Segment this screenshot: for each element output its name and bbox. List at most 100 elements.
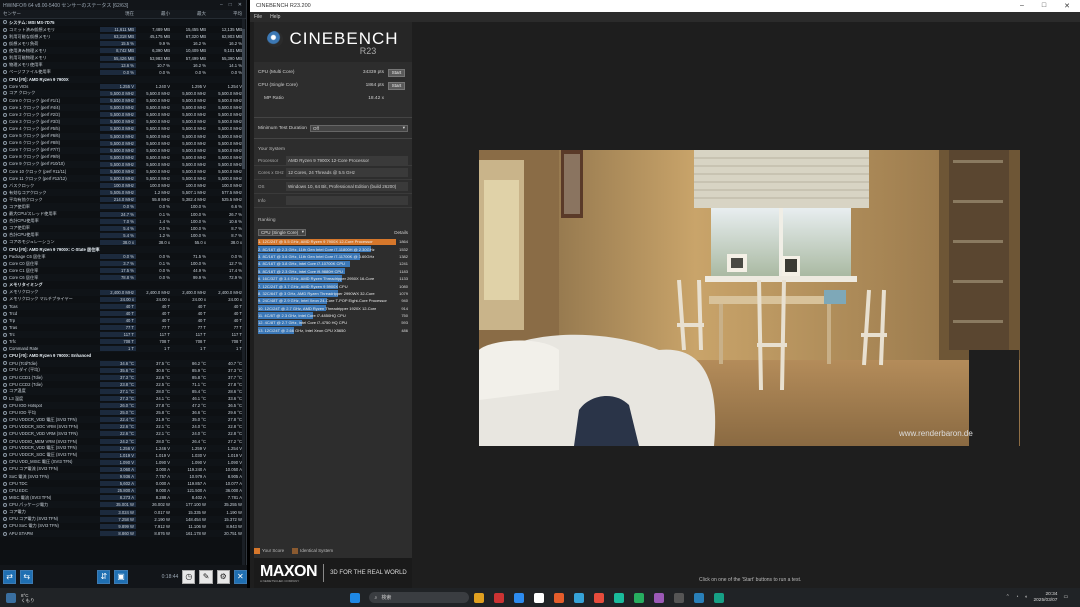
sensor-row[interactable]: コア温度 27.1 °C 28.0 °C 85.4 °C 28.6 °C — [0, 387, 244, 395]
sensor-row[interactable]: CPU VDD_MISC 電圧 (SVI3 TFN) 1.090 V 1.090 V… — [0, 458, 244, 466]
sensor-row[interactable]: CPU IOD 平均 25.0 °C 25.8 °C 36.6 °C 29.6 °C — [0, 409, 244, 416]
sensor-row[interactable]: 合計CPU使用率 5.4 % 1.2 % 100.0 % 8.7 % — [0, 231, 244, 239]
sensor-row[interactable]: 最大CPU/スレッド使用率 24.7 % 0.1 % 100.0 % 26.7 % — [0, 211, 244, 218]
sensor-row[interactable]: Core 4 クロック (perf #5/5) 5,500.0 MHz 5,500.… — [0, 125, 244, 132]
sensor-row[interactable]: MISC 電流 (SVI3 TFN) 8.273 A 8.288 A 8.402 A 7… — [0, 494, 244, 501]
sensor-row[interactable]: コア使用率 0.0 % 0.0 % 100.0 % 6.6 % — [0, 203, 244, 211]
sensor-row[interactable]: 物理メモリ使用率 13.6 % 10.7 % 16.2 % 14.1 % — [0, 61, 244, 69]
ranking-item[interactable]: 8. 32C/64T @ 3 GHz, AMD Ryzen Threadripp… — [254, 290, 412, 297]
app-icon-5[interactable] — [613, 592, 624, 603]
sensor-row[interactable]: Command Rate 1 T 1 T 1 T 1 T — [0, 345, 244, 353]
gear-icon[interactable]: ⚙ — [216, 569, 230, 584]
weather-widget[interactable]: 8°C くもり — [21, 593, 35, 603]
sensor-list[interactable]: システム: MSI MS-7D75 コミット済み仮想メモリ 11,611 MB 7,4… — [0, 19, 244, 565]
sensor-group[interactable]: システム: MSI MS-7D75 — [0, 19, 244, 27]
sensor-row[interactable]: コアのモジュレーション 38.0 x 38.0 x 55.0 x 38.0 x — [0, 239, 244, 246]
sensor-row[interactable]: メモリクロック マルチプライヤー 24.00 x 24.00 x 24.00 x 24.… — [0, 296, 244, 303]
sensor-row[interactable]: CPU VDDIO_MEM VRM (SVI3 TFN) 24.2 °C 28.0 … — [0, 438, 244, 445]
nav-right-button[interactable]: ⇆ — [20, 569, 34, 584]
start-single-button[interactable]: Start — [388, 81, 405, 90]
header-sensor[interactable]: センサー — [0, 11, 100, 17]
header-avg[interactable]: 平均 — [208, 11, 244, 17]
sensor-row[interactable]: CPU EDC 25.800 A 9.000 A 121.500 A 36.000 A — [0, 487, 244, 495]
hwinfo-taskbar-icon[interactable] — [713, 592, 724, 603]
minimize-icon[interactable]: – — [1020, 2, 1024, 10]
scrollbar-thumb[interactable] — [242, 29, 245, 169]
menu-help[interactable]: Help — [270, 14, 280, 20]
sensor-row[interactable]: Tcas 40 T 40 T 40 T 40 T — [0, 302, 244, 310]
sensor-group[interactable]: CPU [#0]: AMD Ryzen 9 7900X: C-State 居住率 — [0, 246, 244, 254]
ranking-item[interactable]: 13. 12C/24T @ 2.66 GHz, Intel Xeon CPU X… — [254, 327, 412, 334]
sensor-row[interactable]: Trp 40 T 40 T 40 T 40 T — [0, 316, 244, 325]
sensor-row[interactable]: Core 9 クロック (perf #10/10) 5,500.0 MHz 5,50… — [0, 160, 244, 168]
sensor-row[interactable]: Core 1 クロック (perf #4/4) 5,500.0 MHz 5,500.… — [0, 104, 244, 112]
sensor-row[interactable]: Core 2 クロック (perf #2/2) 5,500.0 MHz 5,500.… — [0, 111, 244, 118]
sensor-row[interactable]: Core C0 居住率 3.7 % 0.1 % 100.0 % 12.7 % — [0, 260, 244, 268]
sensor-row[interactable]: Core 10 クロック (perf #11/11) 5,500.0 MHz 5,5… — [0, 168, 244, 175]
ranking-item[interactable]: 5. 8C/16T @ 2.3 GHz, Intel Core i9-9880H… — [254, 268, 412, 275]
menu-file[interactable]: File — [254, 14, 262, 20]
sensor-row[interactable]: L3 温度 27.3 °C 24.1 °C 46.1 °C 33.6 °C — [0, 395, 244, 402]
sensor-row[interactable]: コア電力 3.024 W 0.017 W 15.335 W 1.190 W — [0, 508, 244, 515]
sensor-row[interactable]: Core 5 クロック (perf #6/6) 5,500.0 MHz 5,500.… — [0, 132, 244, 140]
min-duration-select[interactable]: Off ▾ — [310, 124, 408, 132]
ranking-item[interactable]: 7. 12C/24T @ 3.7 GHz, AMD Ryzen 9 5900X … — [254, 282, 412, 290]
ranking-item[interactable]: 2. 8C/16T @ 2.3 GHz, 11th Gen Intel Core… — [254, 245, 412, 253]
sensor-row[interactable]: Core 8 クロック (perf #9/9) 5,500.0 MHz 5,500.… — [0, 154, 244, 161]
sensor-row[interactable]: 平均有効クロック 214.0 MHz 55.8 MHz 5,382.4 MHz 525.… — [0, 196, 244, 203]
sensor-row[interactable]: CPU CCD1 (Tdie) 37.3 °C 22.6 °C 85.8 °C 37.7… — [0, 373, 244, 381]
search-box[interactable]: ⌕ 検索 — [368, 592, 469, 603]
sensor-row[interactable]: CPU コア電力 (SVI3 TFN) 7.258 W 2.190 W 148.454… — [0, 515, 244, 523]
sensor-row[interactable]: 合計CPU使用率 7.0 % 1.4 % 100.0 % 10.6 % — [0, 217, 244, 225]
edge-icon[interactable] — [573, 592, 584, 603]
scrollbar[interactable] — [242, 19, 245, 565]
sensor-group[interactable]: CPU [#0]: AMD Ryzen 9 7900X — [0, 75, 244, 83]
sensor-row[interactable]: CPU VDDCR_VDD 電圧 (SVI3 TFN) 22.4 °C 21.9 °… — [0, 416, 244, 424]
weather-icon[interactable] — [6, 592, 16, 603]
sensor-row[interactable]: CPU IOD Hotspot 26.0 °C 27.8 °C 47.2 °C 36.5… — [0, 402, 244, 410]
app-icon-7[interactable] — [653, 592, 664, 603]
app-icon-6[interactable] — [633, 592, 644, 603]
minimize-icon[interactable]: – — [220, 2, 223, 8]
sensor-row[interactable]: CPU (Tctl/Tdie) 34.6 °C 37.5 °C 86.2 °C 40.7… — [0, 359, 244, 367]
network-icon[interactable]: ◔ — [1016, 595, 1019, 600]
render-viewport[interactable]: www.renderbaron.de — [479, 150, 1020, 446]
app-icon-3[interactable] — [533, 592, 544, 603]
ranking-item[interactable]: 10. 12C/24T @ 2.7 GHz, AMD Ryzen Threadr… — [254, 305, 412, 312]
volume-icon[interactable]: ◖ — [1025, 595, 1028, 600]
sensor-row[interactable]: CPU VDDCR_SOC VRM (SVI3 TFN) 22.6 °C 22.1 … — [0, 423, 244, 430]
ranking-item[interactable]: 6. 16C/32T @ 3.4 GHz, AMD Ryzen Threadri… — [254, 275, 412, 282]
sensor-group[interactable]: メモリタイミング — [0, 281, 244, 288]
tray-chevron-icon[interactable]: ⌃ — [1006, 595, 1010, 600]
ranking-item[interactable]: 4. 8C/16T @ 3.8 GHz, Intel Core i7-10700… — [254, 260, 412, 268]
sensor-row[interactable]: CPU コア電流 (SVI3 TFN) 3.060 A 3.000 A 119.240… — [0, 466, 244, 473]
sensor-row[interactable]: CPU ダイ (平均) 35.6 °C 30.6 °C 85.9 °C 37.3 °C — [0, 367, 244, 374]
clock[interactable]: 20:34 2025/03/07 — [1033, 592, 1057, 604]
sensor-row[interactable]: Core C1 居住率 17.5 % 0.0 % 44.9 % 17.4 % — [0, 267, 244, 274]
ranking-item[interactable]: 3. 8C/16T @ 3.6 GHz, 11th Gen Intel Core… — [254, 253, 412, 260]
sensor-row[interactable]: バスクロック 100.0 MHz 100.0 MHz 100.0 MHz 100.0 M… — [0, 182, 244, 189]
network-button[interactable]: ⇵ — [97, 569, 111, 584]
app-icon-2[interactable] — [513, 592, 524, 603]
sensor-row[interactable]: CPU VDDCR_SOC 電圧 (SVI3 TFN) 1.019 V 1.019 … — [0, 452, 244, 459]
details-link[interactable]: Details — [394, 230, 408, 235]
sensor-row[interactable]: メモリクロック 2,400.0 MHz 2,400.0 MHz 2,400.0 MHz… — [0, 288, 244, 296]
sensor-row[interactable]: ページファイル使用率 0.0 % 0.0 % 0.0 % 0.0 % — [0, 69, 244, 76]
notes-icon[interactable]: ✎ — [199, 569, 213, 584]
sensor-group[interactable]: CPU [#0]: AMD Ryzen 9 7900X: Enhanced — [0, 352, 244, 359]
close-icon[interactable]: ✕ — [238, 2, 242, 8]
sensor-row[interactable]: コア使用率 5.4 % 0.0 % 100.0 % 8.7 % — [0, 225, 244, 232]
sensor-row[interactable]: 利用可能物理メモリ 55,426 MB 53,983 MB 57,499 MB 55,3… — [0, 54, 244, 61]
sensor-row[interactable]: Core 0 クロック (perf #1/1) 5,500.0 MHz 5,500.… — [0, 97, 244, 104]
sensor-row[interactable]: CPU CCD2 (Tdie) 23.8 °C 22.5 °C 71.1 °C 27.8… — [0, 381, 244, 388]
sensor-row[interactable]: Trfc 708 T 708 T 708 T 708 T — [0, 338, 244, 345]
close-icon[interactable]: ✕ — [1064, 2, 1070, 10]
sys-info-input[interactable] — [286, 196, 408, 205]
sensor-row[interactable]: CPU SoC 電力 (SVI3 TFN) 9.899 W 7.912 W 11.10… — [0, 523, 244, 530]
sensor-row[interactable]: コミット済み仮想メモリ 11,611 MB 7,489 MB 15,455 MB 12,… — [0, 26, 244, 33]
sensor-row[interactable]: Core 3 クロック (perf #3/3) 5,500.0 MHz 5,500.… — [0, 118, 244, 126]
ranking-select[interactable]: CPU (Single Core) ▾ — [258, 228, 306, 236]
sensor-row[interactable]: CPU パッケージ電力 35.001 W 26.002 W 177.100 W 35.2… — [0, 501, 244, 509]
file-explorer-icon[interactable] — [473, 592, 484, 603]
sensor-row[interactable]: 使用済み物理メモリ 8,742 MB 6,390 MB 10,409 MB 9,101 … — [0, 47, 244, 55]
